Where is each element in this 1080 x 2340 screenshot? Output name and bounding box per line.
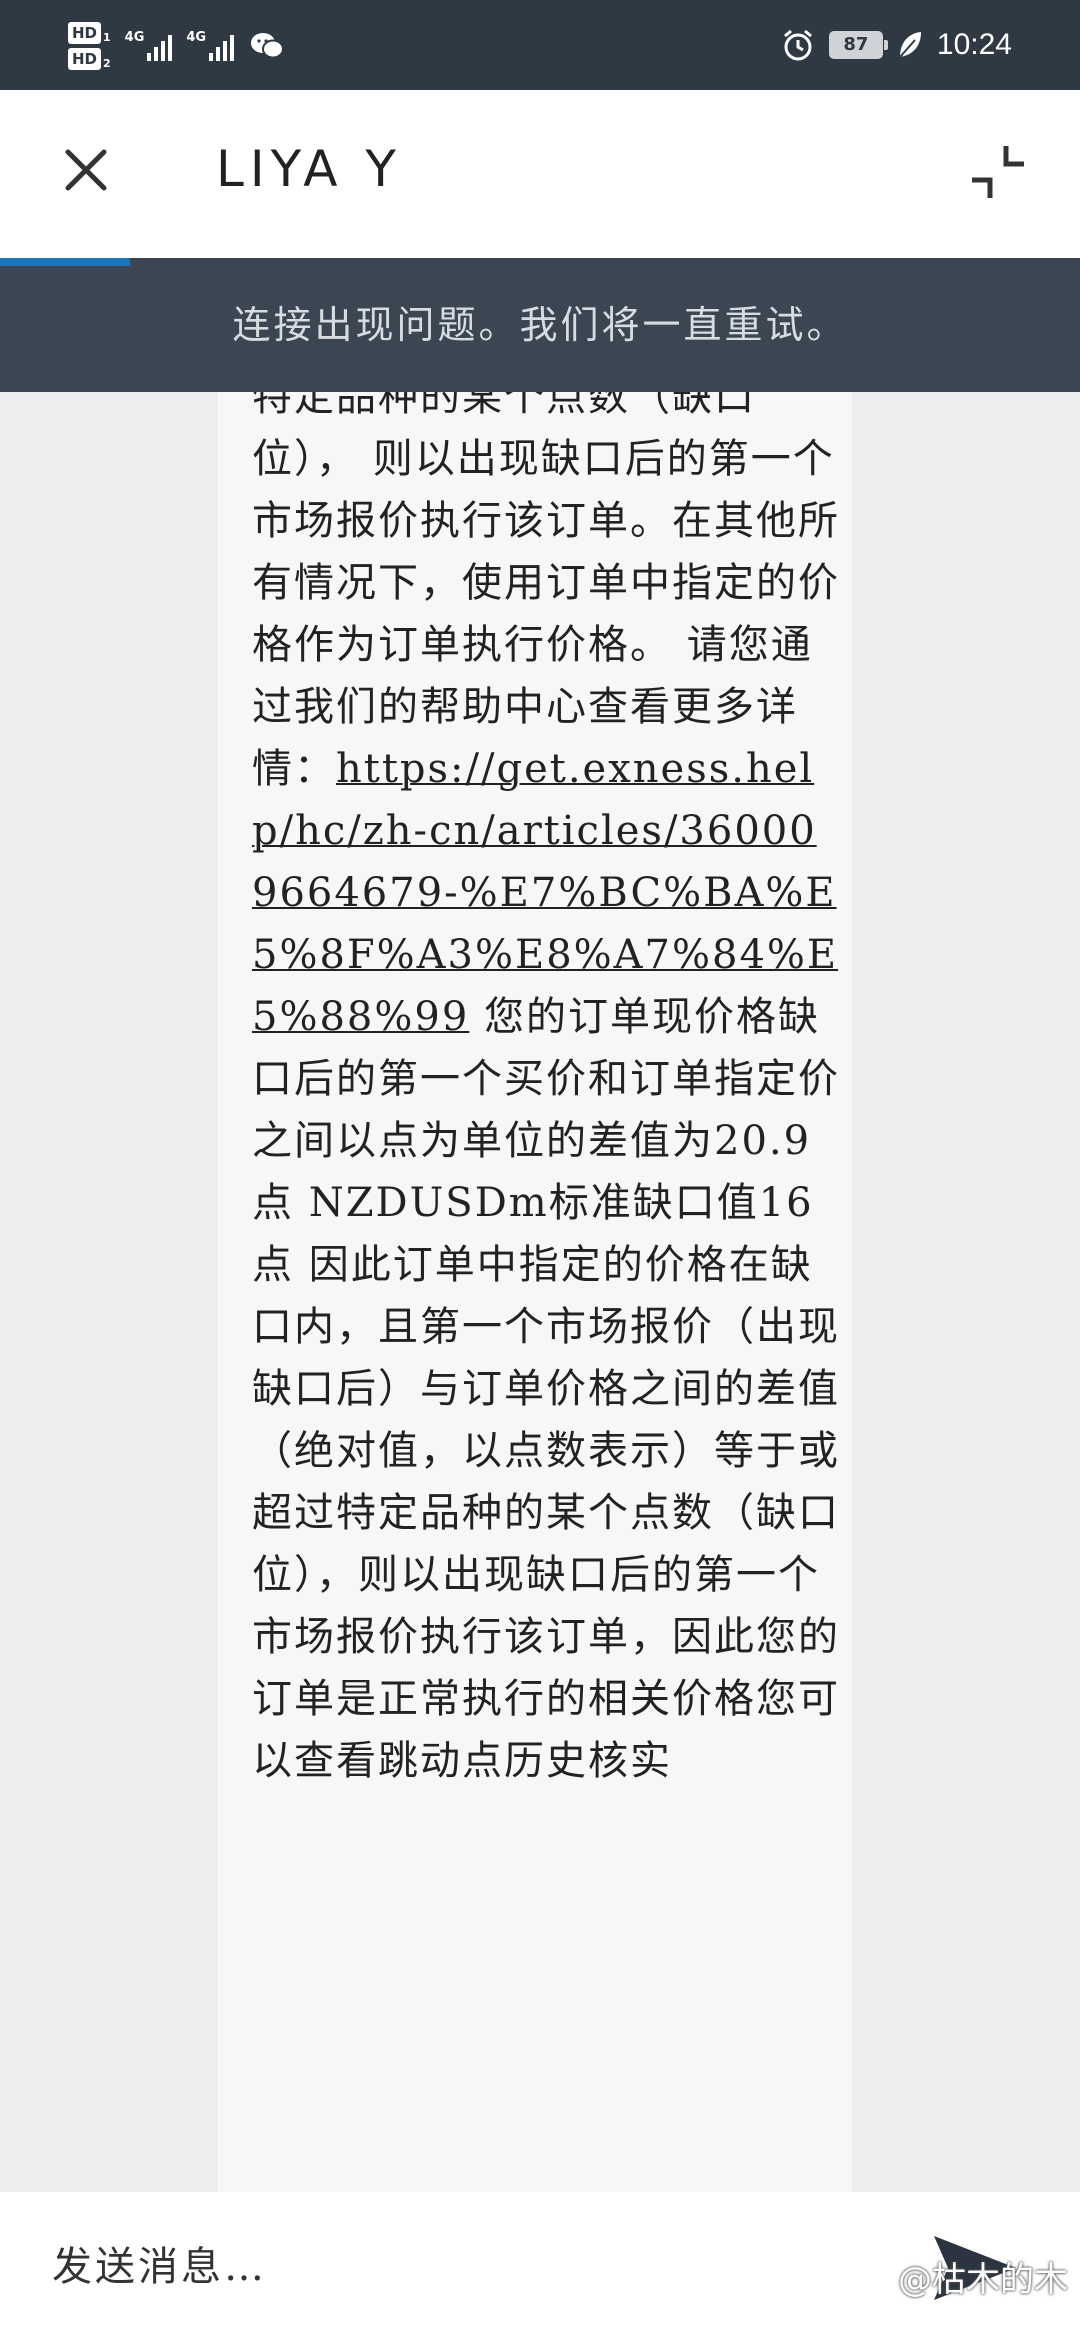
message-text: 特定品种的某个点数（缺口位）， 则以出现缺口后的第一个市场报价执行该订单。在其他… [252,392,842,1792]
alarm-icon [783,29,812,61]
sim2-number: 2 [103,57,111,70]
collapse-button[interactable] [962,136,1034,208]
status-left: HD 1 HD 2 4G 4G [68,16,285,76]
signal-icon [147,31,173,61]
network-type-1: 4G [124,30,145,45]
message-text-after-link: 您的订单现价格缺口后的第一个买价和订单指定价之间以点为单位的差值为20.9点 N… [252,994,840,1784]
battery-icon: 87 [828,31,888,59]
signal-2: 4G [186,30,235,61]
connection-banner: 连接出现问题。我们将一直重试。 [0,258,1080,392]
chat-header: LIYA Y [0,90,1080,258]
clock: 10:24 [936,28,1012,61]
wechat-icon [251,33,285,59]
close-icon [65,149,107,191]
composer: @枯木的木 [0,2192,1080,2340]
sim1-number: 1 [103,31,111,44]
message-bubble: 特定品种的某个点数（缺口位）， 则以出现缺口后的第一个市场报价执行该订单。在其他… [218,392,852,2192]
network-type-2: 4G [186,30,207,45]
sim2-indicator: HD 2 [68,48,111,70]
close-button[interactable] [50,134,122,206]
chat-title: LIYA Y [216,140,402,198]
message-text-before-link: 特定品种的某个点数（缺口位）， 则以出现缺口后的第一个市场报价执行该订单。在其他… [252,392,840,792]
collapse-icon [972,146,1024,198]
signal-icon [209,31,235,61]
signal-1: 4G [124,30,173,61]
status-bar: HD 1 HD 2 4G 4G 87 10:24 [0,0,1080,90]
connection-message: 连接出现问题。我们将一直重试。 [232,303,848,347]
leaf-icon [899,32,921,58]
message-input[interactable] [52,2232,852,2302]
status-right: 87 10:24 [781,20,1012,70]
connection-progress [0,258,130,266]
message-list[interactable]: 特定品种的某个点数（缺口位）， 则以出现缺口后的第一个市场报价执行该订单。在其他… [0,392,1080,2192]
sim1-hd: HD [68,22,102,44]
sim-indicators: HD 1 HD 2 [68,22,111,70]
watermark: @枯木的木 [898,2260,1068,2300]
sim1-indicator: HD 1 [68,22,111,44]
sim2-hd: HD [68,48,102,70]
